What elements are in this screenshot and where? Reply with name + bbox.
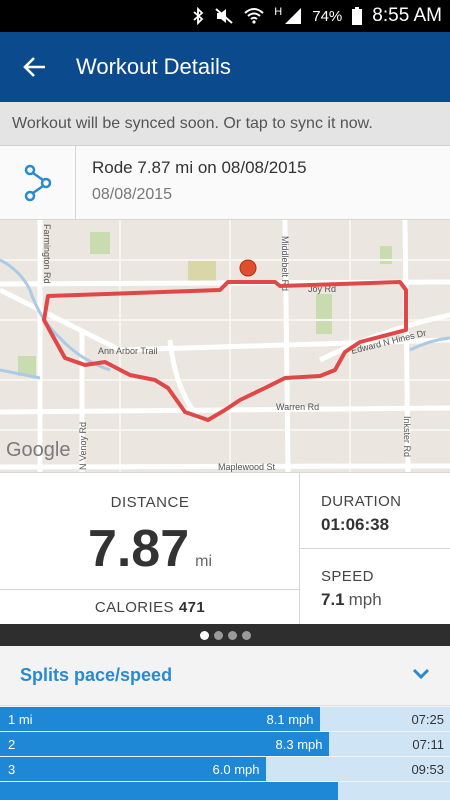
road-label-farmington: Farmington Rd: [42, 224, 52, 284]
clock: 8:55 AM: [372, 5, 442, 26]
duration-label: DURATION: [321, 493, 402, 510]
road-label-middlebelt: Middlebelt Rd: [280, 236, 290, 291]
signal-icon: [285, 8, 302, 24]
workout-title: Rode 7.87 mi on 08/08/2015: [92, 158, 307, 177]
road-label-warren: Warren Rd: [276, 402, 319, 412]
split-pace: 09:53: [411, 762, 444, 777]
workout-date: 08/08/2015: [92, 186, 173, 203]
split-speed: 8.1 mph: [266, 712, 314, 727]
speed-value: 7.1: [321, 590, 345, 609]
speed-block: SPEED 7.1 mph: [300, 549, 450, 625]
arrow-left-icon: [23, 57, 45, 77]
split-row: [0, 782, 450, 800]
split-row: 3 6.0 mph 09:53: [0, 757, 450, 781]
duration-block: DURATION 01:06:38: [300, 473, 450, 549]
bluetooth-icon: [193, 7, 204, 25]
back-button[interactable]: [0, 32, 70, 102]
page-indicator[interactable]: [0, 624, 450, 646]
splits-header[interactable]: Splits pace/speed: [0, 646, 450, 706]
calories-row: CALORIES 471: [0, 589, 300, 625]
park-area: [316, 294, 332, 334]
split-pace: 07:25: [411, 712, 444, 727]
speed-label: SPEED: [321, 568, 374, 585]
split-pace: 07:11: [412, 737, 444, 752]
split-row: 1 mi 8.1 mph 07:25: [0, 707, 450, 731]
distance-label: DISTANCE: [110, 494, 190, 511]
distance-unit: mi: [195, 553, 213, 570]
mute-icon: [215, 8, 233, 24]
road-label-annarbor: Ann Arbor Trail: [98, 346, 158, 356]
status-bar: H 74% 8:55 AM: [0, 0, 450, 32]
park-area: [90, 232, 110, 254]
wifi-icon: [244, 8, 264, 24]
route-map[interactable]: Farmington Rd Middlebelt Rd Joy Rd Ann A…: [0, 220, 450, 472]
chevron-down-icon[interactable]: [412, 668, 430, 680]
route-icon: [24, 164, 51, 202]
split-speed: 6.0 mph: [212, 762, 260, 777]
page-title: Workout Details: [76, 54, 231, 79]
google-logo: Google: [6, 439, 71, 461]
calories-label: CALORIES: [94, 599, 174, 616]
splits-list: 1 mi 8.1 mph 07:25 2 8.3 mph 07:11 3 6.0…: [0, 707, 450, 800]
stats-panel: DISTANCE 7.87 mi CALORIES 471 DURATION 01…: [0, 472, 450, 625]
sync-message: Workout will be synced soon. Or tap to s…: [12, 114, 373, 132]
splits-title: Splits pace/speed: [20, 665, 173, 685]
speed-unit: mph: [348, 590, 382, 609]
duration-value: 01:06:38: [321, 515, 390, 534]
app-bar: Workout Details: [0, 32, 450, 102]
route-start-marker: [239, 259, 257, 277]
split-bar: [0, 782, 338, 800]
workout-header: Rode 7.87 mi on 08/08/2015 08/08/2015: [0, 146, 450, 220]
park-area: [380, 246, 392, 264]
road-label-maplewood: Maplewood St: [218, 462, 276, 472]
page-dot[interactable]: [199, 630, 209, 640]
page-dot[interactable]: [213, 630, 223, 640]
network-type: H: [274, 6, 283, 18]
page-dot[interactable]: [241, 630, 251, 640]
sync-banner[interactable]: Workout will be synced soon. Or tap to s…: [0, 102, 450, 146]
distance-value: 7.87: [87, 520, 190, 578]
road-label-inkster: Inkster Rd: [402, 416, 412, 457]
calories-value: 471: [178, 599, 206, 616]
park-area: [188, 260, 216, 282]
road-label-venoy: N Venoy Rd: [78, 422, 88, 470]
workout-type-icon-box: [0, 146, 76, 220]
split-speed: 8.3 mph: [275, 737, 323, 752]
split-row: 2 8.3 mph 07:11: [0, 732, 450, 756]
battery-icon: [352, 7, 363, 25]
page-dot[interactable]: [227, 630, 237, 640]
battery-percent: 74%: [312, 7, 343, 25]
